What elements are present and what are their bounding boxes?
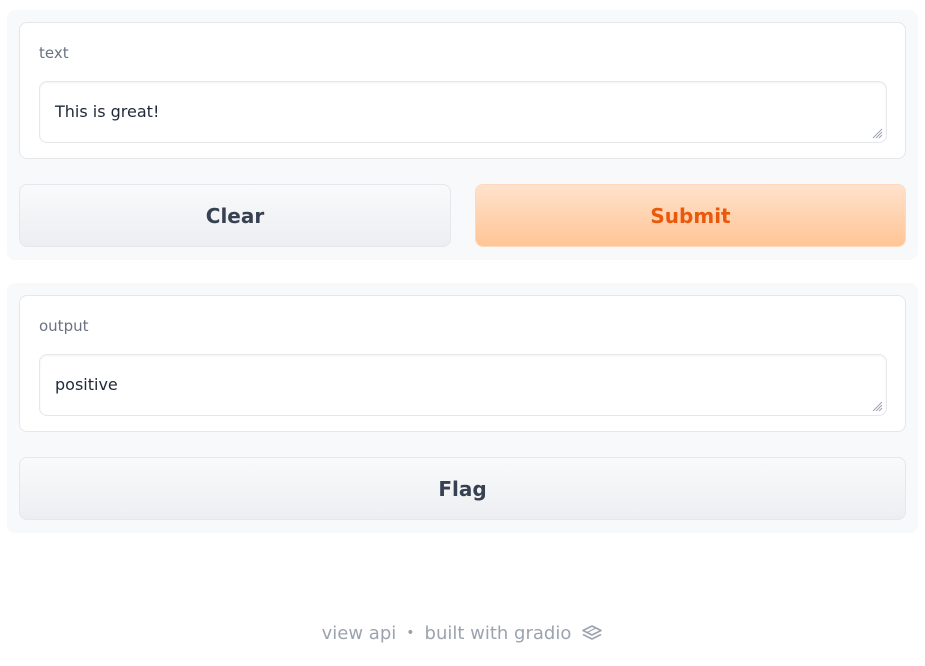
footer-separator: • [406, 625, 415, 641]
resize-handle-icon[interactable] [871, 127, 883, 139]
flag-button[interactable]: Flag [19, 457, 906, 520]
output-value: positive [55, 375, 118, 394]
gradio-logo-icon [582, 625, 603, 640]
input-panel: text This is great! Clear Submit [7, 10, 918, 260]
footer: view api • built with gradio [0, 620, 925, 646]
output-block: output positive [19, 295, 906, 432]
output-textbox[interactable]: positive [39, 354, 887, 416]
built-with-gradio-link[interactable]: built with gradio [425, 623, 572, 644]
text-input[interactable]: This is great! [39, 81, 887, 143]
resize-handle-icon[interactable] [871, 400, 883, 412]
text-input-block: text This is great! [19, 22, 906, 159]
output-label: output [39, 317, 89, 335]
submit-button[interactable]: Submit [475, 184, 906, 247]
view-api-link[interactable]: view api [322, 623, 397, 644]
text-input-value: This is great! [55, 102, 160, 121]
text-label: text [39, 44, 69, 62]
clear-button[interactable]: Clear [19, 184, 451, 247]
output-panel: output positive Flag [7, 283, 918, 533]
